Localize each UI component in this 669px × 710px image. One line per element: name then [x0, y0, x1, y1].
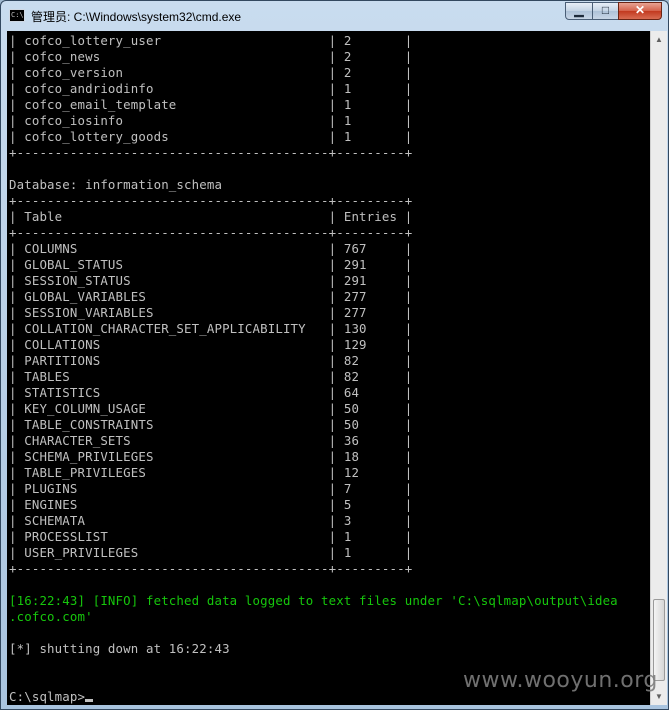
window-title: 管理员: C:\Windows\system32\cmd.exe [31, 10, 242, 24]
console-line: | cofco_iosinfo | 1 | [9, 113, 413, 128]
console-line: | SCHEMATA | 3 | [9, 513, 413, 528]
console-line: | SESSION_VARIABLES | 277 | [9, 305, 413, 320]
console-line: | TABLE_PRIVILEGES | 12 | [9, 465, 413, 480]
cmd-app-icon[interactable]: C:\ [9, 9, 25, 22]
console-line: | TABLE_CONSTRAINTS | 50 | [9, 417, 413, 432]
console-line: | COLLATION_CHARACTER_SET_APPLICABILITY … [9, 321, 413, 336]
console-line: | CHARACTER_SETS | 36 | [9, 433, 413, 448]
watermark: www.wooyun.org [463, 668, 658, 693]
console-line: | Table | Entries | [9, 209, 413, 224]
console-output[interactable]: | cofco_lottery_user | 2 | | cofco_news … [7, 31, 650, 705]
console-line: | PLUGINS | 7 | [9, 481, 413, 496]
console-line: | GLOBAL_VARIABLES | 277 | [9, 289, 413, 304]
console-line: | SCHEMA_PRIVILEGES | 18 | [9, 449, 413, 464]
console-line: +---------------------------------------… [9, 193, 413, 208]
console-line: | GLOBAL_STATUS | 291 | [9, 257, 413, 272]
console-line: | PARTITIONS | 82 | [9, 353, 413, 368]
console-line: | COLLATIONS | 129 | [9, 337, 413, 352]
console-line: | cofco_lottery_user | 2 | [9, 33, 413, 48]
minimize-button[interactable]: ▁ [565, 2, 593, 20]
text-cursor [85, 699, 94, 702]
title-bar[interactable]: C:\ 管理员: C:\Windows\system32\cmd.exe ▁ □… [1, 1, 668, 31]
console-line: | USER_PRIVILEGES | 1 | [9, 545, 413, 560]
close-button[interactable]: ✕ [618, 2, 662, 20]
console-line: +---------------------------------------… [9, 561, 413, 576]
info-log-line: [16:22:43] [INFO] fetched data logged to… [9, 593, 618, 608]
console-line: | cofco_lottery_goods | 1 | [9, 129, 413, 144]
console-line: +---------------------------------------… [9, 145, 413, 160]
console-line: | cofco_andriodinfo | 1 | [9, 81, 413, 96]
console-line: | KEY_COLUMN_USAGE | 50 | [9, 401, 413, 416]
console-text: | cofco_lottery_user | 2 | | cofco_news … [7, 31, 650, 705]
command-prompt: C:\sqlmap> [9, 689, 86, 704]
console-line: Database: information_schema [9, 177, 223, 192]
vertical-scrollbar[interactable]: ▲ ▼ [650, 31, 667, 705]
scroll-up-arrow-icon[interactable]: ▲ [651, 31, 667, 48]
console-line: | PROCESSLIST | 1 | [9, 529, 413, 544]
maximize-button[interactable]: □ [592, 2, 619, 20]
console-line: | cofco_version | 2 | [9, 65, 413, 80]
console-line: [*] shutting down at 16:22:43 [9, 641, 230, 656]
info-log-line: .cofco.com' [9, 609, 93, 624]
console-line: | cofco_email_template | 1 | [9, 97, 413, 112]
console-line: | cofco_news | 2 | [9, 49, 413, 64]
console-line: +---------------------------------------… [9, 225, 413, 240]
console-line: | ENGINES | 5 | [9, 497, 413, 512]
console-line: | SESSION_STATUS | 291 | [9, 273, 413, 288]
console-line: | STATISTICS | 64 | [9, 385, 413, 400]
cmd-window: C:\ 管理员: C:\Windows\system32\cmd.exe ▁ □… [0, 0, 669, 710]
console-line: | TABLES | 82 | [9, 369, 413, 384]
console-line: | COLUMNS | 767 | [9, 241, 413, 256]
